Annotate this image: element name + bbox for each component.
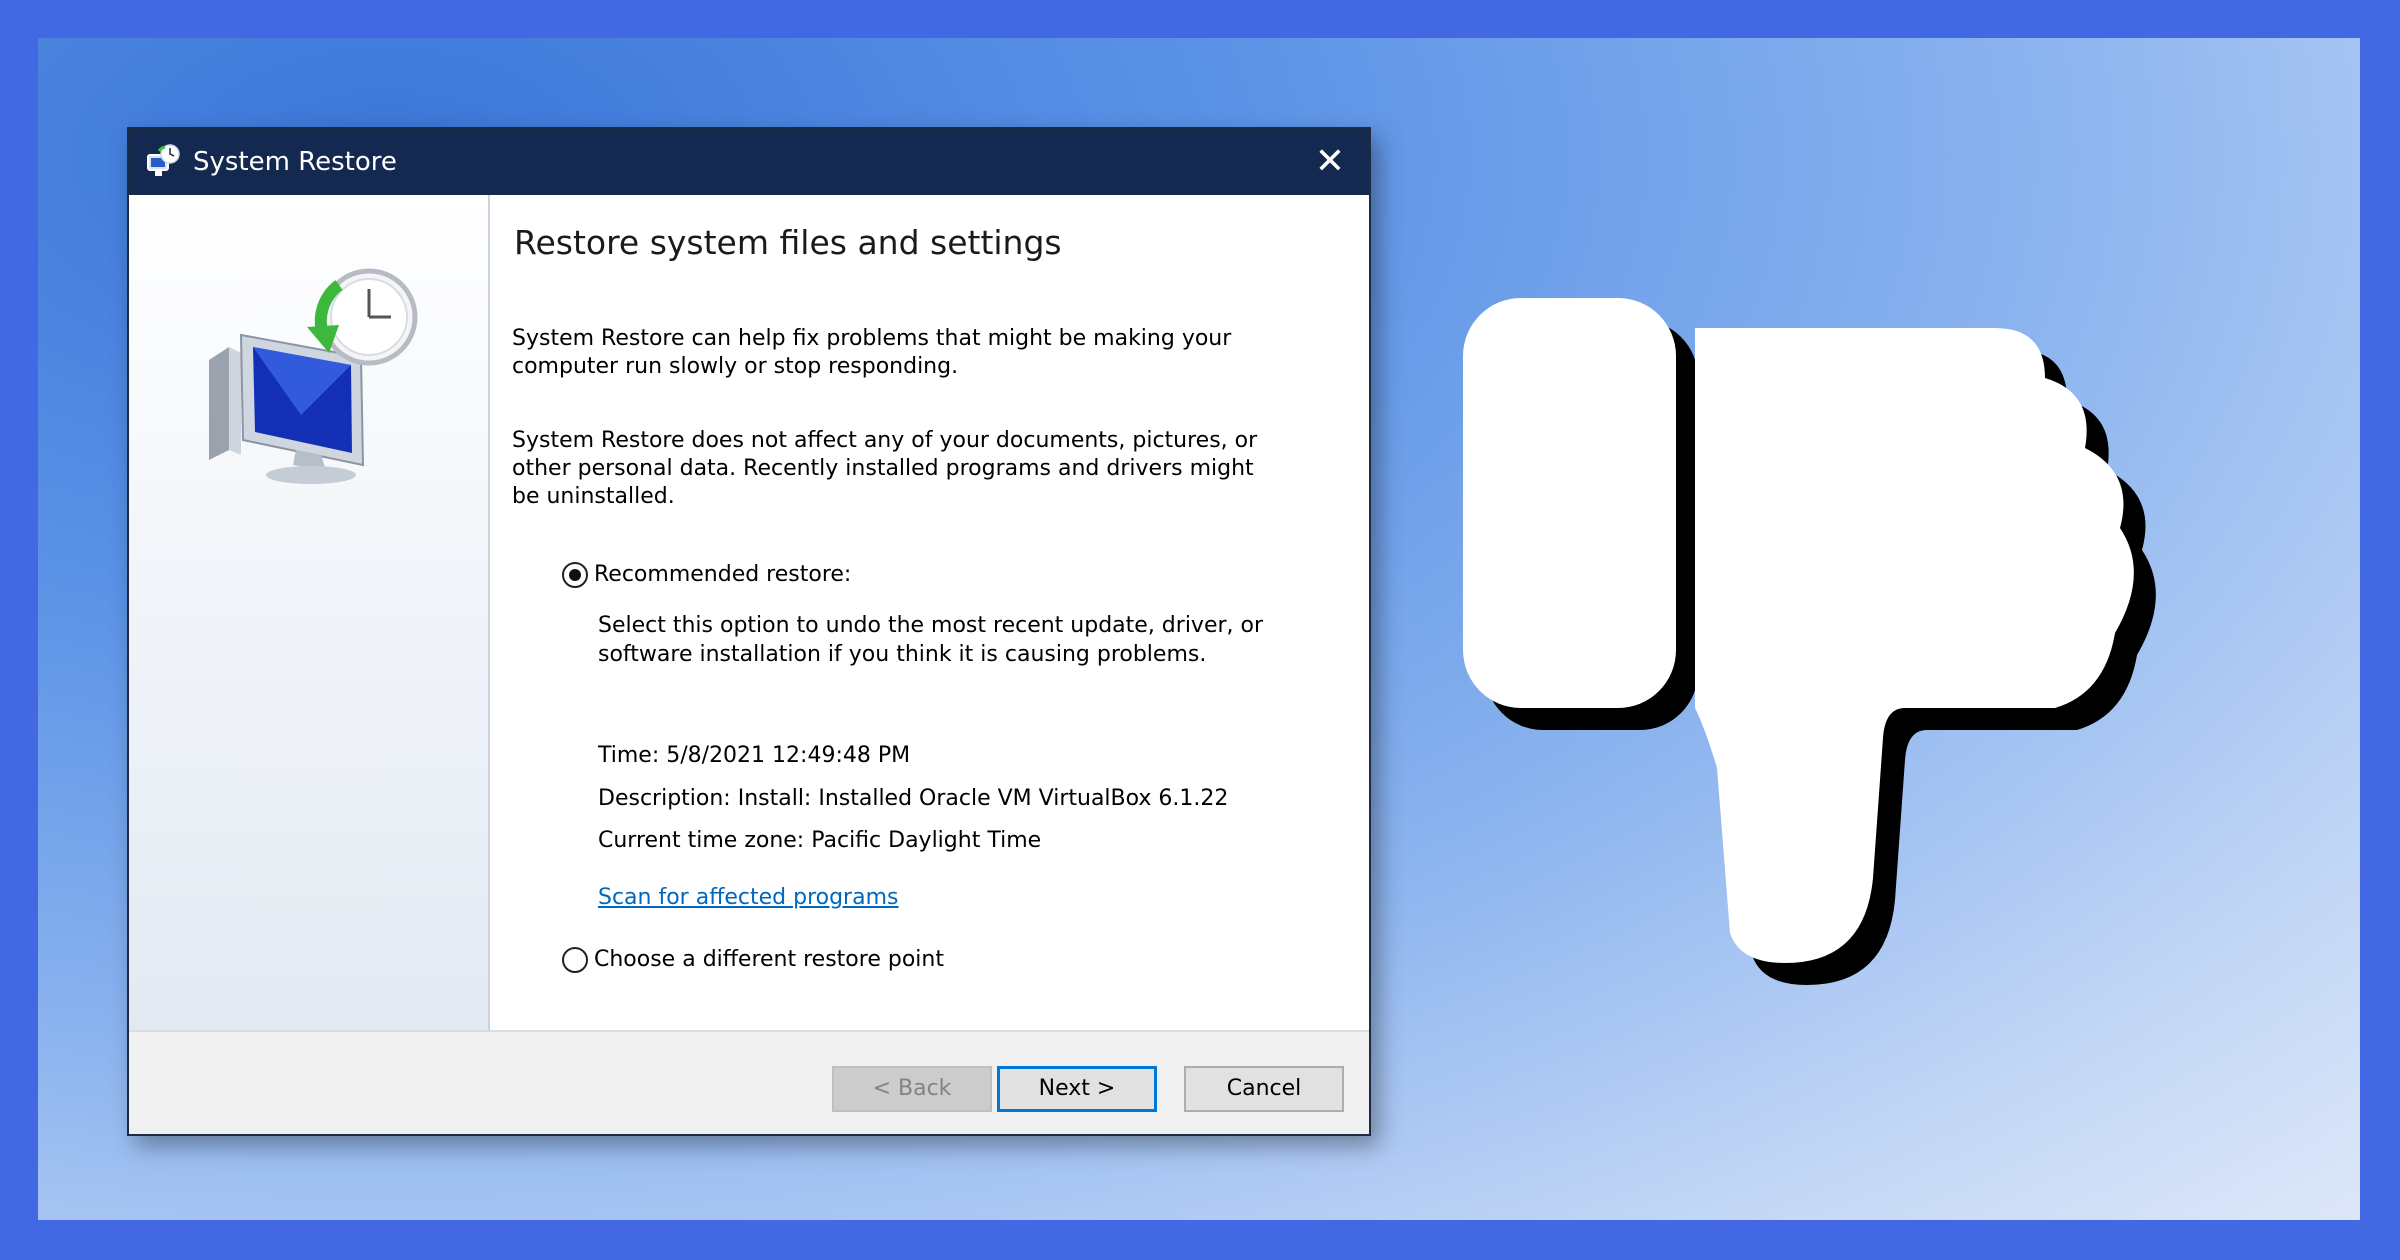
info-paragraph: System Restore does not affect any of yo… [512,428,1258,509]
title-bar[interactable]: System Restore ✕ [129,129,1369,195]
recommended-restore-label: Recommended restore: [594,562,852,587]
monitor-clock-restore-icon [209,268,418,484]
different-restore-option[interactable]: Choose a different restore point [562,946,944,974]
window-title: System Restore [193,147,397,177]
back-button[interactable]: < Back [832,1066,992,1112]
thumbs-down-icon [1463,298,2156,985]
scan-affected-programs-link[interactable]: Scan for affected programs [598,884,898,912]
different-restore-label: Choose a different restore point [594,947,944,972]
restore-time: Time: 5/8/2021 12:49:48 PM [598,743,911,768]
intro-paragraph: System Restore can help fix problems tha… [512,326,1232,379]
restore-timezone: Current time zone: Pacific Daylight Time [598,828,1042,853]
restore-description: Description: Install: Installed Oracle V… [598,786,1229,811]
background: System Restore ✕ Restore system files an… [0,0,2400,1260]
next-button[interactable]: Next > [997,1066,1157,1112]
recommended-restore-description: Select this option to undo the most rece… [598,613,1264,667]
side-panel [129,195,490,1030]
system-restore-dialog: System Restore ✕ Restore system files an… [127,127,1371,1136]
recommended-restore-option[interactable]: Recommended restore: [562,561,851,589]
system-restore-icon [147,144,180,176]
recommended-restore-radio[interactable] [562,562,588,588]
dialog-footer: < Back Next > Cancel [129,1030,1369,1134]
page-heading: Restore system files and settings [514,223,1062,262]
different-restore-radio[interactable] [562,947,588,973]
cancel-button[interactable]: Cancel [1184,1066,1344,1112]
close-icon[interactable]: ✕ [1307,139,1353,185]
content-panel: Restore system files and settings System… [490,195,1367,1030]
